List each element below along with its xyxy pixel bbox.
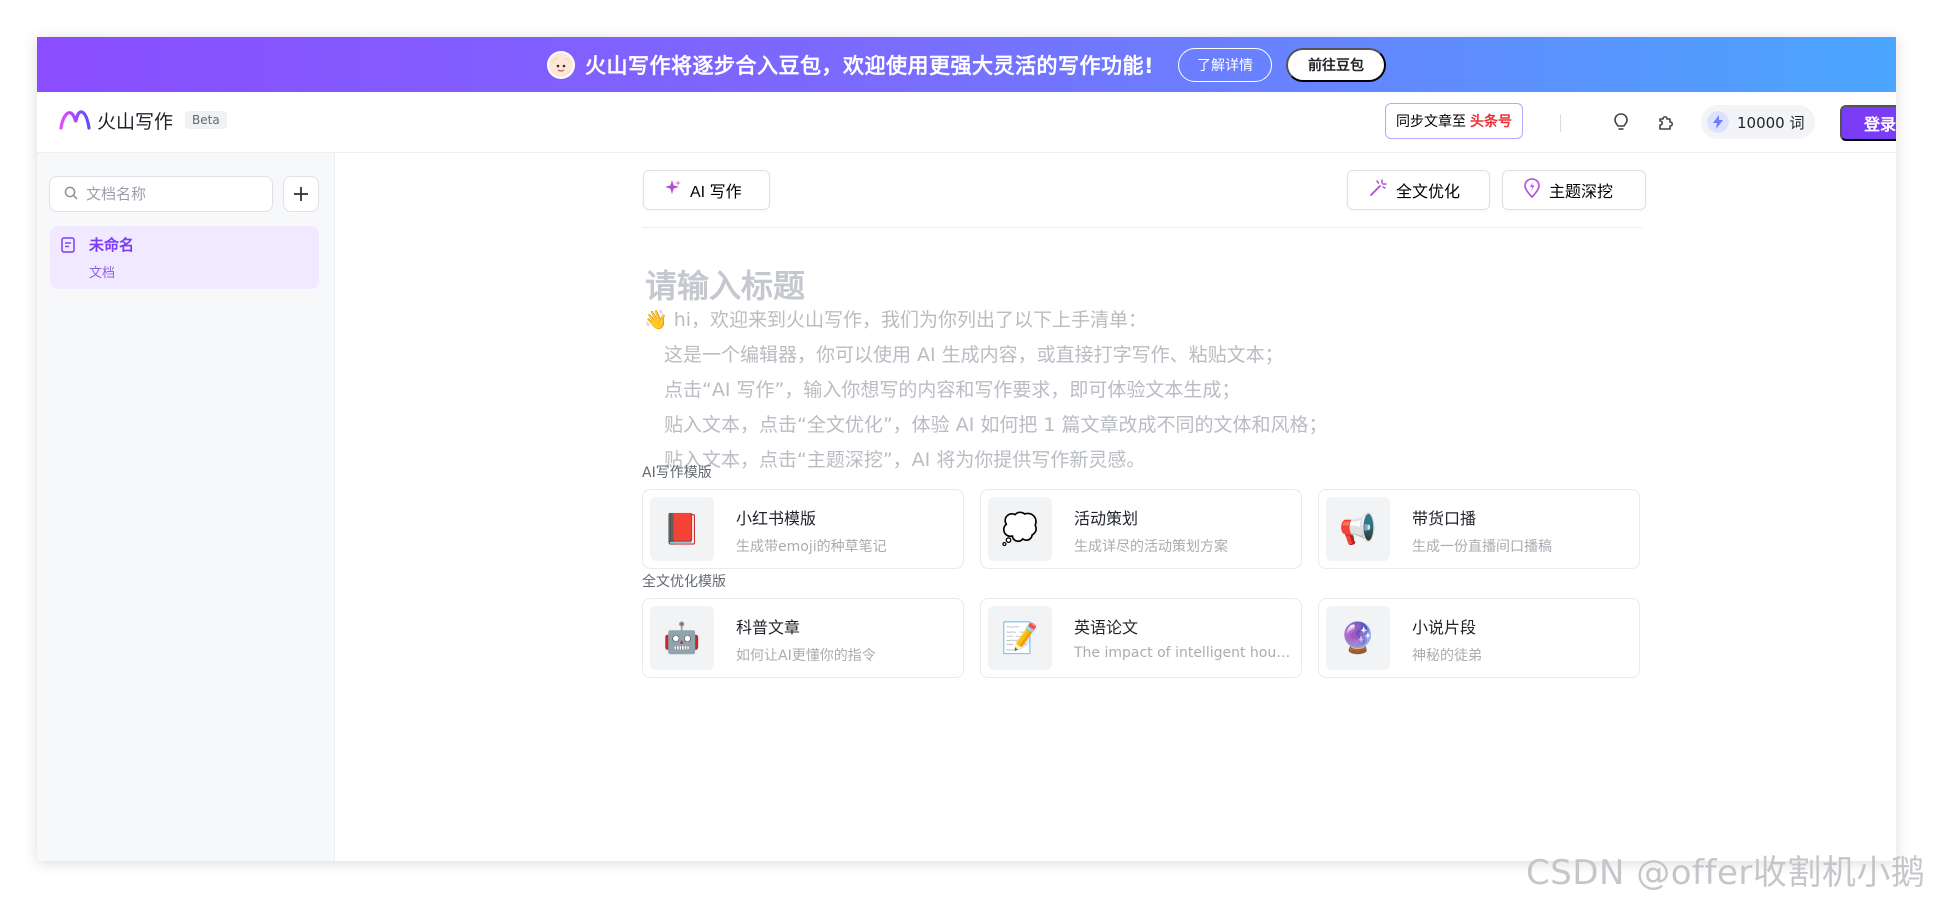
csdn-watermark: CSDN @offer收割机小鹅 xyxy=(1526,853,1926,893)
logo[interactable]: 火山写作 Beta xyxy=(59,105,227,135)
full-optimize-button[interactable]: 全文优化 xyxy=(1347,170,1490,210)
doubao-avatar-icon xyxy=(546,50,575,79)
logo-text: 火山写作 xyxy=(97,110,174,133)
sync-target: 头条号 xyxy=(1470,113,1512,129)
megaphone-icon: 📢 xyxy=(1326,497,1390,561)
intro-line: 👋 hi，欢迎来到火山写作，我们为你列出了以下上手清单： xyxy=(644,309,1148,331)
optimize-templates-label: 全文优化模版 xyxy=(642,574,726,590)
doc-list-item[interactable]: 未命名 文档 xyxy=(50,226,319,289)
optimize-template-cards: 🤖 科普文章 如何让AI更懂你的指令 📝 英语论文 The impact of … xyxy=(642,598,1647,678)
template-card-novel-fragment[interactable]: 🔮 小说片段 神秘的徒弟 xyxy=(1318,598,1640,678)
plugin-icon[interactable] xyxy=(1653,109,1679,135)
app-window: 火山写作将逐步合入豆包，欢迎使用更强大灵活的写作功能! 了解详情 前往豆包 火山… xyxy=(37,37,1896,861)
template-card-popular-science[interactable]: 🤖 科普文章 如何让AI更懂你的指令 xyxy=(642,598,964,678)
learn-more-button[interactable]: 了解详情 xyxy=(1178,47,1273,82)
intro-line: 贴入文本，点击“全文优化”，体验 AI 如何把 1 篇文章改成不同的文体和风格； xyxy=(664,414,1328,436)
title-placeholder[interactable]: 请输入标题 xyxy=(645,261,805,307)
plus-icon xyxy=(294,187,308,201)
sync-to-toutiao-button[interactable]: 同步文章至 头条号 xyxy=(1385,103,1523,139)
doc-title: 未命名 xyxy=(89,236,135,254)
toolbar-separator xyxy=(642,227,1642,228)
beta-badge: Beta xyxy=(185,111,227,129)
sparkle-icon xyxy=(664,179,682,202)
ai-templates-label: AI写作模版 xyxy=(642,465,712,481)
word-credits[interactable]: 10000 词 xyxy=(1701,105,1815,139)
editor-area: AI 写作 全文优化 主题深挖 请输入标题 👋 hi，欢迎来到火山写作，我们为你… xyxy=(335,153,1896,861)
login-button[interactable]: 登录 xyxy=(1840,105,1896,141)
ai-write-button[interactable]: AI 写作 xyxy=(643,170,770,210)
full-optimize-label: 全文优化 xyxy=(1396,184,1461,201)
lightbulb-icon[interactable] xyxy=(1608,109,1634,135)
banner-message: 火山写作将逐步合入豆包，欢迎使用更强大灵活的写作功能! xyxy=(584,53,1155,78)
card-subtitle: 神秘的徒弟 xyxy=(1412,648,1482,664)
ai-template-cards: 📕 小红书模版 生成带emoji的种草笔记 💭 活动策划 生成详尽的活动策划方案… xyxy=(642,489,1647,569)
topic-deep-dive-label: 主题深挖 xyxy=(1549,184,1614,201)
template-card-event-planning[interactable]: 💭 活动策划 生成详尽的活动策划方案 xyxy=(980,489,1302,569)
search-input[interactable] xyxy=(84,184,258,204)
go-doubao-button[interactable]: 前往豆包 xyxy=(1286,47,1387,82)
magic-wand-icon xyxy=(1368,178,1388,203)
doc-search[interactable] xyxy=(49,176,273,212)
announcement-banner: 火山写作将逐步合入豆包，欢迎使用更强大灵活的写作功能! 了解详情 前往豆包 xyxy=(37,37,1896,92)
card-subtitle: 如何让AI更懂你的指令 xyxy=(736,648,876,664)
card-subtitle: 生成详尽的活动策划方案 xyxy=(1074,539,1228,555)
sync-prefix: 同步文章至 xyxy=(1396,113,1466,129)
card-subtitle: The impact of intelligent household appl… xyxy=(1074,645,1292,661)
intro-line: 点击“AI 写作”，输入你想写的内容和写作要求，即可体验文本生成； xyxy=(664,379,1241,401)
search-icon xyxy=(64,185,78,204)
ai-write-label: AI 写作 xyxy=(690,184,742,201)
sidebar: 未命名 文档 xyxy=(37,153,335,861)
new-doc-button[interactable] xyxy=(283,176,319,212)
card-title: 英语论文 xyxy=(1074,618,1139,637)
lightbulb-pin-icon xyxy=(1523,177,1541,203)
volcano-logo-icon xyxy=(59,105,91,135)
topic-deep-dive-button[interactable]: 主题深挖 xyxy=(1502,170,1646,210)
memo-icon: 📝 xyxy=(988,606,1052,670)
doc-type: 文档 xyxy=(89,266,116,281)
template-card-livestream[interactable]: 📢 带货口播 生成一份直播间口播稿 xyxy=(1318,489,1640,569)
card-subtitle: 生成带emoji的种草笔记 xyxy=(736,539,887,555)
robot-icon: 🤖 xyxy=(650,606,714,670)
lightning-icon xyxy=(1707,111,1729,133)
card-title: 活动策划 xyxy=(1074,509,1139,528)
card-title: 小说片段 xyxy=(1412,618,1477,637)
card-title: 带货口播 xyxy=(1412,509,1477,528)
thought-bubble-icon: 💭 xyxy=(988,497,1052,561)
document-icon xyxy=(60,236,76,258)
template-card-english-paper[interactable]: 📝 英语论文 The impact of intelligent househo… xyxy=(980,598,1302,678)
crystal-ball-icon: 🔮 xyxy=(1326,606,1390,670)
top-bar: 火山写作 Beta 同步文章至 头条号 10000 词 登录 xyxy=(37,92,1896,153)
credits-count: 10000 词 xyxy=(1737,113,1805,132)
card-title: 科普文章 xyxy=(736,618,801,637)
toolbar-divider xyxy=(1560,114,1561,132)
intro-checklist[interactable]: 👋 hi，欢迎来到火山写作，我们为你列出了以下上手清单： 这是一个编辑器，你可以… xyxy=(644,303,1328,478)
card-subtitle: 生成一份直播间口播稿 xyxy=(1412,539,1552,555)
intro-line: 这是一个编辑器，你可以使用 AI 生成内容，或直接打字写作、粘贴文本； xyxy=(664,344,1284,366)
template-card-xiaohongshu[interactable]: 📕 小红书模版 生成带emoji的种草笔记 xyxy=(642,489,964,569)
card-title: 小红书模版 xyxy=(736,509,817,528)
red-book-icon: 📕 xyxy=(650,497,714,561)
intro-line: 贴入文本，点击“主题深挖”，AI 将为你提供写作新灵感。 xyxy=(664,449,1146,471)
